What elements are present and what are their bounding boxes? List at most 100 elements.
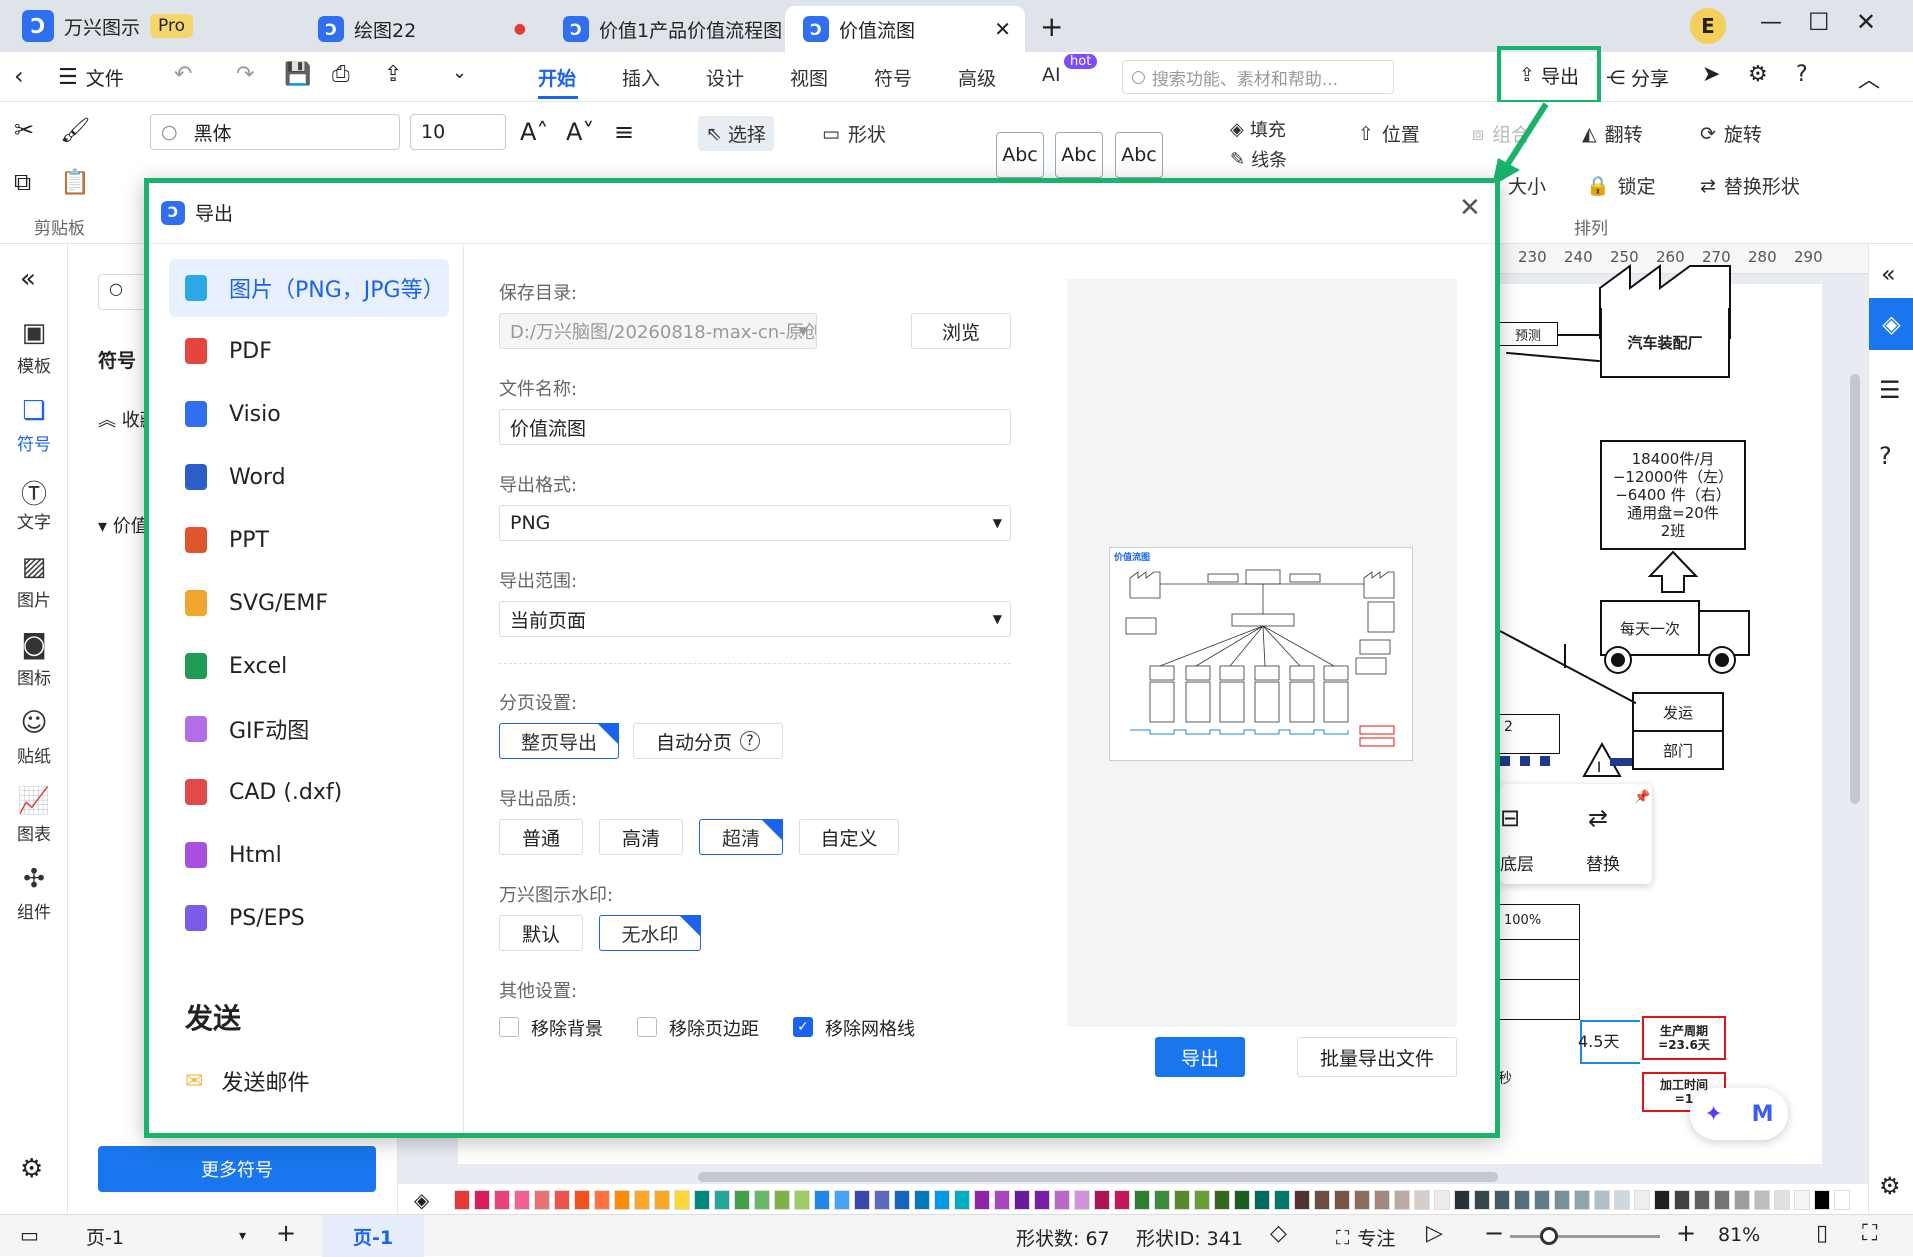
- color-swatch[interactable]: [934, 1190, 950, 1210]
- color-swatch[interactable]: [1394, 1190, 1410, 1210]
- search-input[interactable]: ○ 搜索功能、素材和帮助...: [1122, 60, 1394, 94]
- style-sample-1[interactable]: Abc: [996, 132, 1044, 178]
- close-dialog-icon[interactable]: ✕: [1459, 193, 1481, 223]
- color-swatch[interactable]: [794, 1190, 810, 1210]
- color-swatch[interactable]: [1034, 1190, 1050, 1210]
- font-size-select[interactable]: 10: [410, 114, 506, 150]
- replace-icon[interactable]: ⇄: [1588, 804, 1608, 832]
- color-swatch[interactable]: [1434, 1190, 1450, 1210]
- page-panel-icon[interactable]: ☰: [1879, 376, 1901, 404]
- format-item-1[interactable]: PDF: [169, 322, 449, 380]
- layers-icon[interactable]: ◇: [1270, 1221, 1287, 1246]
- settings-icon[interactable]: ⚙: [20, 1154, 43, 1184]
- sidebar-item-image[interactable]: ▨ 图片: [0, 552, 68, 611]
- color-swatch[interactable]: [1614, 1190, 1630, 1210]
- color-swatch[interactable]: [1254, 1190, 1270, 1210]
- color-swatch[interactable]: [1414, 1190, 1430, 1210]
- book-icon[interactable]: ▯: [1816, 1221, 1828, 1246]
- save-icon[interactable]: 💾: [284, 62, 311, 87]
- shape-tool[interactable]: ▭ 形状: [822, 120, 886, 147]
- cycle-time-box[interactable]: 生产周期 =23.6天: [1642, 1016, 1726, 1060]
- format-item-0[interactable]: 图片（PNG，JPG等）: [169, 259, 449, 317]
- quality-ultra-hd[interactable]: 超清: [699, 819, 783, 855]
- format-painter-icon[interactable]: 🖌: [60, 116, 90, 144]
- format-select[interactable]: PNG ▼: [499, 505, 1011, 541]
- position-button[interactable]: ⇧ 位置: [1358, 120, 1420, 147]
- format-item-6[interactable]: Excel: [169, 637, 449, 695]
- help-icon[interactable]: ?: [740, 731, 760, 751]
- range-select[interactable]: 当前页面 ▼: [499, 601, 1011, 637]
- quality-custom[interactable]: 自定义: [799, 819, 899, 855]
- remove-grid-checkbox[interactable]: ✓: [793, 1017, 813, 1037]
- export-button[interactable]: ⇪ 导出: [1497, 46, 1601, 104]
- close-tab-icon[interactable]: ✕: [994, 17, 1011, 41]
- color-swatch[interactable]: [1154, 1190, 1170, 1210]
- remove-grid-label[interactable]: 移除网格线: [825, 1015, 915, 1041]
- print-icon[interactable]: ⎙: [332, 62, 350, 87]
- send-mail-item[interactable]: ✉ 发送邮件: [185, 1065, 309, 1097]
- format-item-7[interactable]: GIF动图: [169, 700, 449, 758]
- color-swatch[interactable]: [1514, 1190, 1530, 1210]
- sidebar-item-text[interactable]: Ⓣ 文字: [0, 474, 68, 533]
- color-swatch[interactable]: [1494, 1190, 1510, 1210]
- zoom-slider[interactable]: [1510, 1235, 1660, 1238]
- color-swatch[interactable]: [1774, 1190, 1790, 1210]
- color-swatch[interactable]: [614, 1190, 630, 1210]
- undo-icon[interactable]: ↶: [174, 62, 192, 87]
- color-swatch[interactable]: [494, 1190, 510, 1210]
- bottom-layer-icon[interactable]: ⊟: [1500, 804, 1520, 832]
- color-swatch[interactable]: [634, 1190, 650, 1210]
- color-swatch[interactable]: [1314, 1190, 1330, 1210]
- maximize-icon[interactable]: ☐: [1808, 8, 1830, 36]
- cut-icon[interactable]: ✂: [14, 116, 34, 144]
- color-swatch[interactable]: [1234, 1190, 1250, 1210]
- page-select[interactable]: 页-1 ▾: [86, 1221, 246, 1251]
- focus-mode[interactable]: ⛶ 专注: [1336, 1224, 1395, 1251]
- format-item-5[interactable]: SVG/EMF: [169, 574, 449, 632]
- flip-button[interactable]: ◭ 翻转: [1582, 120, 1643, 147]
- factory-box[interactable]: 汽车装配厂: [1600, 308, 1730, 378]
- watermark-none[interactable]: 无水印: [599, 915, 701, 951]
- color-swatch[interactable]: [1334, 1190, 1350, 1210]
- decrease-font-icon[interactable]: A˅: [566, 118, 594, 146]
- add-page-icon[interactable]: +: [276, 1219, 296, 1247]
- tab-ai[interactable]: AI: [1042, 64, 1061, 86]
- color-swatch[interactable]: [894, 1190, 910, 1210]
- zoom-in-icon[interactable]: +: [1676, 1219, 1696, 1247]
- remove-background-label[interactable]: 移除背景: [531, 1015, 603, 1041]
- color-swatch[interactable]: [1454, 1190, 1470, 1210]
- quality-hd[interactable]: 高清: [599, 819, 683, 855]
- tab-design[interactable]: 设计: [706, 64, 744, 91]
- color-swatch[interactable]: [594, 1190, 610, 1210]
- collapse-panel-icon[interactable]: «: [20, 264, 36, 294]
- fill-button[interactable]: ◈ 填充: [1230, 116, 1286, 142]
- sidebar-item-sticker[interactable]: ☺ 贴纸: [0, 708, 68, 767]
- rotate-button[interactable]: ⟳ 旋转: [1700, 120, 1762, 147]
- tab-symbol[interactable]: 符号: [874, 64, 912, 91]
- settings-icon[interactable]: ⚙: [1748, 62, 1768, 87]
- color-swatch[interactable]: [1814, 1190, 1830, 1210]
- browse-button[interactable]: 浏览: [911, 313, 1011, 349]
- color-swatch[interactable]: [1534, 1190, 1550, 1210]
- copy-icon[interactable]: ⧉: [14, 168, 31, 196]
- color-swatch[interactable]: [534, 1190, 550, 1210]
- align-icon[interactable]: ≡: [614, 118, 634, 146]
- lock-button[interactable]: 🔒 锁定: [1586, 172, 1656, 199]
- color-swatch[interactable]: [1794, 1190, 1810, 1210]
- color-swatch[interactable]: [814, 1190, 830, 1210]
- vertical-scrollbar[interactable]: [1850, 374, 1860, 804]
- format-item-2[interactable]: Visio: [169, 385, 449, 443]
- color-swatch[interactable]: [1054, 1190, 1070, 1210]
- format-item-4[interactable]: PPT: [169, 511, 449, 569]
- help-icon[interactable]: ?: [1796, 62, 1808, 87]
- watermark-default[interactable]: 默认: [499, 915, 583, 951]
- fit-screen-icon[interactable]: ⛶: [1862, 1221, 1877, 1246]
- color-swatch[interactable]: [914, 1190, 930, 1210]
- sidebar-item-chart[interactable]: 📈 图表: [0, 786, 68, 845]
- tab-advanced[interactable]: 高级: [958, 64, 996, 91]
- color-swatch[interactable]: [714, 1190, 730, 1210]
- color-swatch[interactable]: [1274, 1190, 1290, 1210]
- color-swatch[interactable]: [1074, 1190, 1090, 1210]
- increase-font-icon[interactable]: A˄: [520, 118, 548, 146]
- color-swatch[interactable]: [1014, 1190, 1030, 1210]
